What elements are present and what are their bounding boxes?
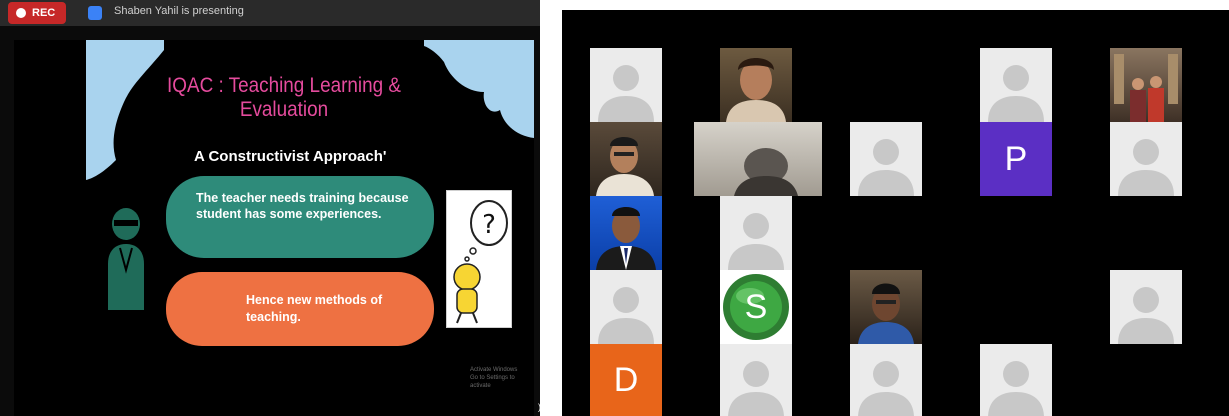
participant-tile-video[interactable] bbox=[694, 122, 822, 196]
default-avatar-icon bbox=[858, 361, 914, 416]
default-avatar-icon bbox=[858, 139, 914, 196]
participant-tile-video[interactable] bbox=[850, 270, 922, 344]
left-curtain-icon bbox=[86, 40, 164, 180]
default-avatar-icon bbox=[598, 65, 654, 122]
orange-callout-text: Hence new methods of teaching. bbox=[246, 293, 383, 324]
share-status-text: Shaben Yahil is presenting bbox=[114, 5, 244, 17]
default-avatar-icon bbox=[598, 287, 654, 344]
participant-photo-icon bbox=[596, 207, 656, 270]
participant-tile-video[interactable] bbox=[720, 48, 792, 122]
participant-tile-video[interactable] bbox=[590, 122, 662, 196]
recording-badge[interactable]: REC bbox=[8, 2, 66, 24]
default-avatar-icon bbox=[728, 361, 784, 416]
participant-tile-initial[interactable]: S bbox=[720, 270, 792, 344]
corner-glyph: ) bbox=[538, 402, 540, 412]
participant-tile-video[interactable] bbox=[1110, 48, 1182, 122]
default-avatar-icon bbox=[1118, 139, 1174, 196]
participant-photo-icon bbox=[596, 137, 654, 196]
default-avatar-icon bbox=[988, 65, 1044, 122]
screen-share-icon bbox=[88, 6, 102, 20]
watermark-line-2: Go to Settings to activate bbox=[470, 375, 515, 389]
activate-windows-watermark: Activate Windows Go to Settings to activ… bbox=[470, 366, 534, 390]
teal-callout-text: The teacher needs training because stude… bbox=[196, 191, 409, 221]
question-mark-icon: ? bbox=[453, 200, 508, 324]
right-curtain-icon bbox=[424, 40, 534, 138]
participant-photo-icon bbox=[1114, 54, 1178, 122]
participant-tile-avatar[interactable] bbox=[850, 122, 922, 196]
teal-callout: The teacher needs training because stude… bbox=[166, 176, 434, 258]
participant-initial: S bbox=[744, 288, 768, 326]
slide-title: IQAC : Teaching Learning & Evaluation bbox=[167, 74, 401, 121]
participant-photo-icon bbox=[726, 58, 786, 122]
participant-initial: D bbox=[613, 361, 639, 399]
record-dot-icon bbox=[16, 8, 26, 18]
participant-initial: P bbox=[1004, 140, 1028, 178]
participant-tile-avatar[interactable] bbox=[1110, 122, 1182, 196]
participant-tile-avatar[interactable] bbox=[590, 270, 662, 344]
teacher-silhouette-icon bbox=[108, 208, 144, 310]
thinking-figure-image: ? bbox=[446, 190, 512, 328]
recording-label: REC bbox=[32, 7, 56, 19]
slide-subtitle: A Constructivist Approach' bbox=[194, 148, 387, 165]
default-avatar-icon bbox=[1118, 287, 1174, 344]
participant-tile-video[interactable] bbox=[590, 196, 662, 270]
participant-tile-avatar[interactable] bbox=[980, 48, 1052, 122]
participant-tile-avatar[interactable] bbox=[850, 344, 922, 416]
default-avatar-icon bbox=[728, 213, 784, 270]
default-avatar-icon bbox=[988, 361, 1044, 416]
participant-tile-avatar[interactable] bbox=[1110, 270, 1182, 344]
participant-tile-initial[interactable]: P bbox=[980, 122, 1052, 196]
meeting-top-bar: REC Shaben Yahil is presenting bbox=[0, 0, 540, 26]
svg-text:?: ? bbox=[482, 210, 496, 240]
participant-photo-icon bbox=[734, 148, 798, 196]
participant-tile-avatar[interactable] bbox=[720, 196, 792, 270]
participant-tile-initial[interactable]: D bbox=[590, 344, 662, 416]
presentation-slide: IQAC : Teaching Learning & Evaluation A … bbox=[14, 40, 534, 416]
participant-tile-avatar[interactable] bbox=[590, 48, 662, 122]
shared-screen: REC Shaben Yahil is presenting IQAC : Te… bbox=[0, 0, 540, 416]
orange-callout: Hence new methods of teaching. bbox=[166, 272, 434, 346]
participant-tile-avatar[interactable] bbox=[980, 344, 1052, 416]
participant-photo-icon bbox=[858, 283, 914, 344]
participant-tile-avatar[interactable] bbox=[720, 344, 792, 416]
watermark-line-1: Activate Windows bbox=[470, 367, 518, 373]
participant-gallery: P S D bbox=[562, 10, 1229, 416]
